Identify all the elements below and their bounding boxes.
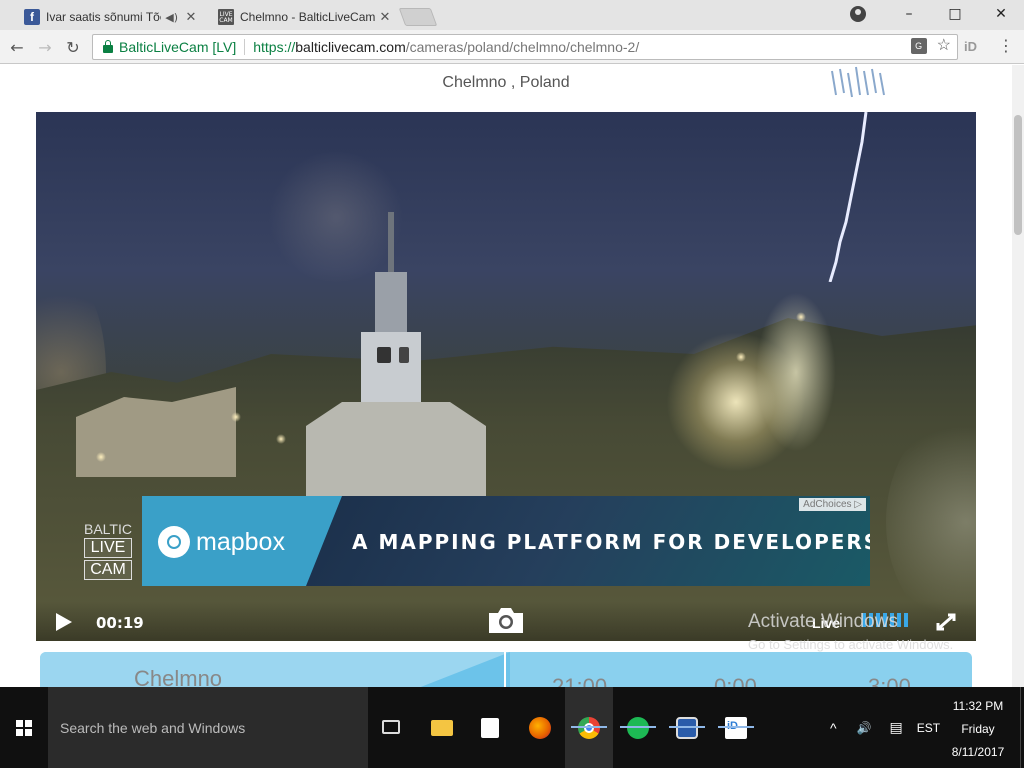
url-path: /cameras/poland/chelmno/chelmno-2/ (405, 39, 640, 55)
playback-time: 00:19 (96, 614, 144, 632)
tab-title: Ivar saatis sõnumi Tõe (46, 10, 162, 24)
id-updater-icon: iD (725, 716, 747, 739)
ad-headline: A MAPPING PLATFORM FOR DEVELOPERS (352, 530, 870, 554)
town-hall-tower (361, 212, 421, 532)
file-explorer-icon (431, 719, 453, 736)
windows-logo-icon (16, 719, 32, 736)
taskbar-app-store[interactable] (466, 687, 514, 768)
fullscreen-icon[interactable] (936, 613, 956, 631)
balticlivecam-watermark: BALTIC LIVE CAM (84, 520, 132, 588)
rain-cloud-icon (831, 66, 885, 98)
activate-windows-title: Activate Windows (748, 611, 898, 632)
forecast-time: 3:00 (868, 674, 911, 687)
chrome-icon (578, 716, 600, 739)
volume-icon[interactable]: 🔊 (857, 721, 872, 735)
profile-icon[interactable] (850, 6, 866, 22)
forecast-time: 0:00 (714, 674, 757, 687)
address-bar[interactable]: BalticLiveCam [LV] https:// balticliveca… (92, 34, 958, 60)
activate-windows-subtitle: Go to Settings to activate Windows. (748, 637, 954, 652)
facebook-icon: f (24, 9, 40, 25)
bookmark-star-icon[interactable]: ☆ (937, 38, 951, 54)
balticlivecam-icon: LIVE CAM (218, 9, 234, 25)
translate-icon[interactable]: G (910, 38, 927, 54)
url-scheme: https:// (253, 39, 296, 55)
store-icon (481, 717, 499, 738)
taskbar-search-input[interactable] (60, 719, 350, 736)
ad-banner[interactable]: mapbox A MAPPING PLATFORM FOR DEVELOPERS… (142, 496, 870, 586)
watermark-line: BALTIC (84, 521, 132, 537)
new-tab-button[interactable] (398, 8, 438, 26)
page-scrollbar[interactable] (1012, 65, 1024, 687)
ad-brand: mapbox (196, 527, 285, 556)
reload-button[interactable]: ↻ (62, 36, 84, 58)
tab-chelmno[interactable]: LIVE CAM Chelmno - BalticLiveCam ✕ (204, 4, 400, 31)
maximize-button[interactable]: □ (932, 0, 978, 28)
taskbar-app-chrome[interactable] (565, 687, 613, 768)
elisa-icon (676, 716, 698, 739)
watermark-line: CAM (84, 560, 132, 580)
clock-time: 11:32 PM (952, 699, 1004, 713)
clock-day: Friday (961, 722, 995, 736)
browser-tab-strip: f Ivar saatis sõnumi Tõe ◀) ✕ LIVE CAM C… (0, 0, 1024, 31)
windows-taskbar: iD ^ 🔊 ▤ EST 11:32 PM Friday 8/11/2017 (0, 687, 1024, 768)
mapbox-logo-icon (158, 526, 190, 558)
spotify-icon (627, 716, 649, 739)
web-page: Chelmno , Poland mapbox A MAPPING PLATFO… (0, 65, 1024, 687)
adchoices-link[interactable]: AdChoices ▷ (799, 498, 866, 511)
task-view-icon[interactable] (382, 720, 400, 734)
show-hidden-icons-chevron[interactable]: ^ (830, 720, 837, 736)
lightning-bolt (828, 112, 868, 282)
snapshot-camera-icon[interactable] (486, 605, 526, 635)
site-identity[interactable]: BalticLiveCam [LV] (119, 39, 246, 55)
browser-toolbar: ← → ↻ BalticLiveCam [LV] https:// baltic… (0, 30, 1024, 64)
forward-button[interactable]: → (34, 36, 56, 58)
id-extension-icon[interactable]: iD (964, 39, 977, 54)
window-controls: – □ ✕ (886, 0, 1024, 28)
taskbar-app-file-explorer[interactable] (418, 687, 466, 768)
firefox-icon (529, 716, 551, 739)
browser-menu-icon[interactable]: ⋮ (998, 38, 1014, 54)
tab-facebook[interactable]: f Ivar saatis sõnumi Tõe ◀) ✕ (10, 4, 206, 31)
start-button[interactable] (0, 687, 48, 768)
scrollbar-thumb[interactable] (1014, 115, 1022, 235)
close-tab-icon[interactable]: ✕ (378, 10, 392, 25)
minimize-button[interactable]: – (886, 0, 932, 28)
taskbar-app-elisa[interactable] (663, 687, 711, 768)
weather-forecast-panel: Chelmno 21:00 0:00 3:00 (40, 652, 972, 687)
ad-brand-logo: mapbox (158, 526, 285, 558)
close-window-button[interactable]: ✕ (978, 0, 1024, 28)
speaker-icon[interactable]: ◀) (165, 11, 178, 24)
taskbar-search[interactable] (48, 687, 368, 768)
webcam-video-player[interactable]: mapbox A MAPPING PLATFORM FOR DEVELOPERS… (36, 112, 976, 641)
back-button[interactable]: ← (6, 36, 28, 58)
clock-date: 8/11/2017 (951, 745, 1005, 759)
lock-icon (103, 40, 113, 53)
forecast-time: 21:00 (552, 674, 608, 687)
tab-title: Chelmno - BalticLiveCam (240, 10, 376, 24)
taskbar-app-spotify[interactable] (614, 687, 662, 768)
notifications-icon[interactable]: ▤ (890, 719, 903, 736)
input-language[interactable]: EST (917, 721, 940, 735)
taskbar-clock[interactable]: 11:32 PM Friday 8/11/2017 (940, 695, 1016, 764)
close-tab-icon[interactable]: ✕ (184, 10, 198, 25)
show-desktop-button[interactable] (1020, 687, 1024, 768)
forecast-city: Chelmno (134, 666, 223, 687)
system-tray: ^ 🔊 ▤ EST (830, 687, 940, 768)
watermark-line: LIVE (84, 538, 132, 558)
taskbar-app-id-updater[interactable]: iD (712, 687, 760, 768)
taskbar-app-firefox[interactable] (516, 687, 564, 768)
url-host: balticlivecam.com (295, 39, 406, 55)
play-icon[interactable] (56, 613, 72, 631)
